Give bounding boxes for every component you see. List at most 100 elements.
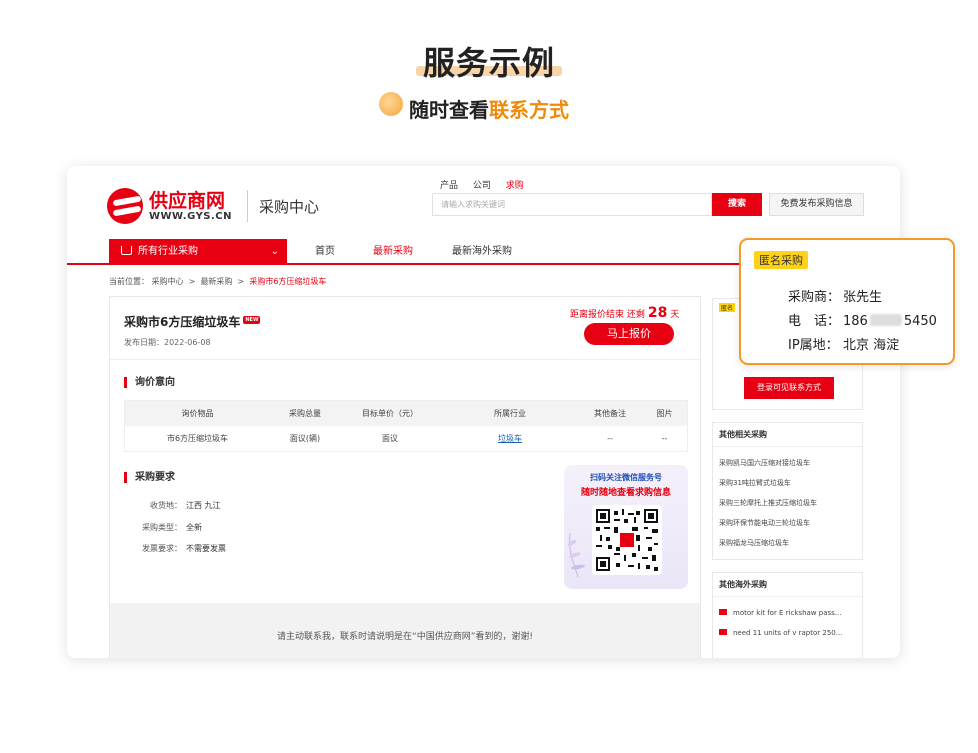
hero-subtitle-accent: 联系方式 xyxy=(489,98,569,122)
listing-panel: 采购市6方压缩垃圾车 NEW 发布日期：2022-06-08 距离报价结束 还剩 2… xyxy=(109,296,701,658)
search-input[interactable]: 请输入求购关键词 xyxy=(432,193,712,216)
breadcrumb-item[interactable]: 采购中心 xyxy=(152,277,184,286)
category-label: 所有行业采购 xyxy=(138,246,198,257)
breadcrumb-item[interactable]: 最新采购 xyxy=(200,277,232,286)
overseas-item-label: motor kit for E rickshaw pass... xyxy=(733,609,842,617)
related-item[interactable]: 采购福龙马压缩垃圾车 xyxy=(713,533,862,553)
qr-line1: 扫码关注微信服务号 xyxy=(590,473,662,482)
search-tabs: 产品 公司 求购 xyxy=(440,178,536,191)
hero-subtitle: 随时查看联系方式 xyxy=(0,94,978,123)
overseas-heading: 其他海外采购 xyxy=(713,573,862,597)
nav-latest[interactable]: 最新采购 xyxy=(373,239,413,265)
table-cell: 面议(辆) xyxy=(289,434,321,443)
overseas-item[interactable]: need 11 units of v raptor 250... xyxy=(713,623,862,643)
table-header-cell: 图片 xyxy=(656,409,673,418)
section-title: 采购中心 xyxy=(259,198,320,216)
table-cell-industry-link[interactable]: 垃圾车 xyxy=(440,426,580,451)
listing-title: 采购市6方压缩垃圾车 NEW xyxy=(124,313,261,330)
countdown-value: 28 xyxy=(647,305,668,321)
footer-note: 请主动联系我，联系时请说明是在“中国供应商网”看到的，谢谢! xyxy=(277,632,533,642)
countdown-unit: 天 xyxy=(670,310,680,320)
table-header-cell: 其他备注 xyxy=(594,409,626,418)
search-tab-buy[interactable]: 求购 xyxy=(506,181,524,191)
countdown-prefix: 距离报价结束 还剩 xyxy=(570,310,645,320)
nav-overseas[interactable]: 最新海外采购 xyxy=(452,239,512,265)
countdown: 距离报价结束 还剩 28 天 xyxy=(570,305,679,321)
logo-cn: 供应商网 xyxy=(149,190,226,212)
hero-title: 服务示例 xyxy=(422,44,555,82)
related-item[interactable]: 采购三轮摩托上推式压缩垃圾车 xyxy=(713,493,862,513)
breadcrumb-sep: > xyxy=(188,277,196,286)
req-label: 发票要求： xyxy=(142,544,182,553)
req-value: 江西 九江 xyxy=(186,501,221,510)
inquiry-table: 询价物品 采购总量 目标单价（元） 所属行业 其他备注 图片 市6方压缩垃圾车 … xyxy=(124,400,688,452)
search-tab-product[interactable]: 产品 xyxy=(440,181,458,191)
table-header-cell: 目标单价（元） xyxy=(362,409,418,418)
req-value: 不需要发票 xyxy=(186,544,226,553)
cart-icon xyxy=(121,246,132,255)
logo-en: WWW.GYS.CN xyxy=(149,211,233,222)
anonymous-badge: 匿名采购 xyxy=(754,251,808,269)
buyer-badge: 匿名 xyxy=(719,303,736,312)
flag-icon xyxy=(719,629,727,635)
buyer-value: 张先生 xyxy=(843,290,883,305)
req-label: 收货地： xyxy=(150,501,182,510)
inquiry-heading: 询价意向 xyxy=(124,377,175,388)
footer-bar: 请主动联系我，联系时请说明是在“中国供应商网”看到的，谢谢! xyxy=(110,603,700,658)
overseas-item[interactable]: motor kit for E rickshaw pass... xyxy=(713,603,862,623)
contact-popup: 匿名采购 采购商： 张先生 电 话： 186 5450 IP属地： 北京 海淀 xyxy=(739,238,955,365)
search-tab-company[interactable]: 公司 xyxy=(473,181,491,191)
phone-prefix: 186 xyxy=(843,314,868,329)
phone-label: 电 话： xyxy=(788,314,841,329)
hero-section: 服务示例 随时查看联系方式 xyxy=(0,0,978,160)
qr-card: 扫码关注微信服务号 随时随地查看求购信息 xyxy=(564,465,688,589)
quote-button[interactable]: 马上报价 xyxy=(584,323,674,345)
divider xyxy=(110,359,700,360)
related-item[interactable]: 采购凯马国六压缩对接垃圾车 xyxy=(713,453,862,473)
table-header-cell: 询价物品 xyxy=(181,409,214,418)
qr-code-icon xyxy=(592,505,662,575)
phone-row: 电 话： 186 5450 xyxy=(788,310,937,329)
buyer-label: 采购商： xyxy=(788,290,841,305)
nav-home[interactable]: 首页 xyxy=(315,239,335,265)
table-cell: -- xyxy=(607,434,613,443)
breadcrumb-prefix: 当前位置： xyxy=(109,277,149,286)
overseas-box: 其他海外采购 motor kit for E rickshaw pass... … xyxy=(712,572,863,658)
overseas-item-label: need 11 units of v raptor 250... xyxy=(733,629,843,637)
date-value: 2022-06-08 xyxy=(164,338,211,347)
chevron-down-icon: ⌄ xyxy=(270,246,279,257)
login-contact-button[interactable]: 登录可见联系方式 xyxy=(744,377,834,399)
req-value: 全新 xyxy=(186,523,202,532)
table-row: 市6方压缩垃圾车 面议(辆) 面议 垃圾车 -- -- xyxy=(125,426,687,451)
flag-icon xyxy=(719,609,727,615)
listing-title-text: 采购市6方压缩垃圾车 xyxy=(124,315,241,329)
leaf-decoration-icon xyxy=(567,532,585,578)
table-header: 询价物品 采购总量 目标单价（元） 所属行业 其他备注 图片 xyxy=(125,401,687,426)
breadcrumb-current: 采购市6方压缩垃圾车 xyxy=(249,277,327,286)
hero-subtitle-plain: 随时查看 xyxy=(409,98,489,122)
breadcrumb: 当前位置： 采购中心 > 最新采购 > 采购市6方压缩垃圾车 xyxy=(109,276,326,287)
breadcrumb-sep: > xyxy=(237,277,245,286)
table-cell: -- xyxy=(661,434,668,443)
search-button[interactable]: 搜索 xyxy=(712,193,762,216)
table-cell: 面议 xyxy=(382,434,398,443)
table-cell: 市6方压缩垃圾车 xyxy=(166,434,229,443)
publish-button[interactable]: 免费发布采购信息 xyxy=(769,193,864,216)
ip-row: IP属地： 北京 海淀 xyxy=(788,334,899,353)
new-badge: NEW xyxy=(243,316,261,324)
listing-date: 发布日期：2022-06-08 xyxy=(124,337,211,348)
related-item[interactable]: 采购31吨拉臂式垃圾车 xyxy=(713,473,862,493)
industry-link[interactable]: 垃圾车 xyxy=(498,434,522,443)
buyer-row: 采购商： 张先生 xyxy=(788,286,882,305)
logo-divider xyxy=(247,190,248,222)
site-logo[interactable]: 供应商网 WWW.GYS.CN xyxy=(107,186,247,226)
related-item[interactable]: 采购环保节能电动三轮垃圾车 xyxy=(713,513,862,533)
category-menu[interactable]: 所有行业采购 ⌄ xyxy=(109,239,287,265)
related-heading: 其他相关采购 xyxy=(713,423,862,447)
phone-suffix: 5450 xyxy=(903,314,937,329)
logo-globe-icon xyxy=(107,188,143,224)
table-header-cell: 采购总量 xyxy=(289,409,321,418)
masked-digits xyxy=(869,314,902,326)
requirements-heading: 采购要求 xyxy=(124,472,175,483)
date-label: 发布日期： xyxy=(124,338,164,347)
